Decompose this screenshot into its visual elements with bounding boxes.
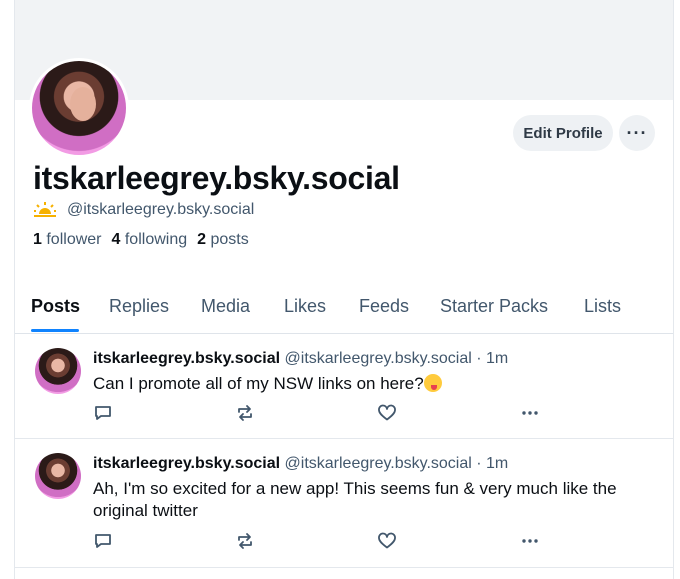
post-more-button[interactable] <box>520 531 540 551</box>
post-item[interactable]: itskarleegrey.bsky.social @itskarleegrey… <box>15 335 673 439</box>
post-author-handle[interactable]: @itskarleegrey.bsky.social <box>285 455 472 472</box>
profile-handle-row: @itskarleegrey.bsky.social <box>33 201 254 219</box>
post-text-block: Can I promote all of my NSW links on her… <box>93 373 653 395</box>
edit-profile-button[interactable]: Edit Profile <box>513 115 613 151</box>
post-more-button[interactable] <box>520 403 540 423</box>
tab-starter-packs[interactable]: Starter Packs <box>440 296 548 317</box>
sunrise-icon <box>33 201 57 219</box>
post-author-name[interactable]: itskarleegrey.bsky.social <box>93 350 280 367</box>
post-text-block: Ah, I'm so excited for a new app! This s… <box>93 478 653 522</box>
post-author-avatar[interactable] <box>35 453 81 499</box>
tab-media[interactable]: Media <box>201 296 250 317</box>
profile-handle: @itskarleegrey.bsky.social <box>67 201 255 218</box>
post-header: itskarleegrey.bsky.social @itskarleegrey… <box>93 350 508 368</box>
post-author-handle[interactable]: @itskarleegrey.bsky.social <box>285 350 472 367</box>
followers-stat[interactable]: 1 follower <box>33 231 102 249</box>
post-item[interactable]: itskarleegrey.bsky.social @itskarleegrey… <box>15 440 673 568</box>
reply-icon <box>95 534 111 548</box>
profile-tabs: Posts Replies Media Likes Feeds Starter … <box>15 286 673 334</box>
post-text: Can I promote all of my NSW links on her… <box>93 374 424 393</box>
post-author-avatar[interactable] <box>35 348 81 394</box>
tab-lists[interactable]: Lists <box>584 296 621 317</box>
more-dots-icon <box>522 411 538 415</box>
post-separator: · <box>476 455 482 472</box>
profile-display-name: itskarleegrey.bsky.social <box>33 160 400 196</box>
post-timestamp[interactable]: 1m <box>486 350 508 367</box>
profile-more-button[interactable]: ··· <box>619 115 655 151</box>
following-stat[interactable]: 4 following <box>112 231 188 249</box>
posts-stat: 2 posts <box>197 231 249 248</box>
tab-feeds[interactable]: Feeds <box>359 296 409 317</box>
more-dots-icon <box>522 539 538 543</box>
repost-button[interactable] <box>235 531 255 551</box>
heart-icon <box>378 532 396 549</box>
profile-screen: Edit Profile ··· itskarleegrey.bsky.soci… <box>14 0 674 579</box>
reply-icon <box>95 406 111 420</box>
tab-likes[interactable]: Likes <box>284 296 326 317</box>
more-dots-icon: ··· <box>626 122 648 143</box>
post-author-name[interactable]: itskarleegrey.bsky.social <box>93 455 280 472</box>
profile-stats: 1 follower 4 following 2 posts <box>33 231 249 249</box>
post-separator: · <box>476 350 482 367</box>
active-tab-indicator <box>31 329 79 332</box>
like-button[interactable] <box>377 531 397 551</box>
winking-face-emoji <box>423 374 442 392</box>
reply-button[interactable] <box>93 531 113 551</box>
reply-button[interactable] <box>93 403 113 423</box>
repost-icon <box>238 405 252 421</box>
post-text: Ah, I'm so excited for a new app! This s… <box>93 479 617 520</box>
heart-icon <box>378 404 396 421</box>
repost-icon <box>238 533 252 549</box>
tab-posts[interactable]: Posts <box>31 296 80 317</box>
profile-avatar[interactable] <box>29 58 129 158</box>
like-button[interactable] <box>377 403 397 423</box>
repost-button[interactable] <box>235 403 255 423</box>
post-header: itskarleegrey.bsky.social @itskarleegrey… <box>93 455 508 473</box>
tab-replies[interactable]: Replies <box>109 296 169 317</box>
post-timestamp[interactable]: 1m <box>486 455 508 472</box>
